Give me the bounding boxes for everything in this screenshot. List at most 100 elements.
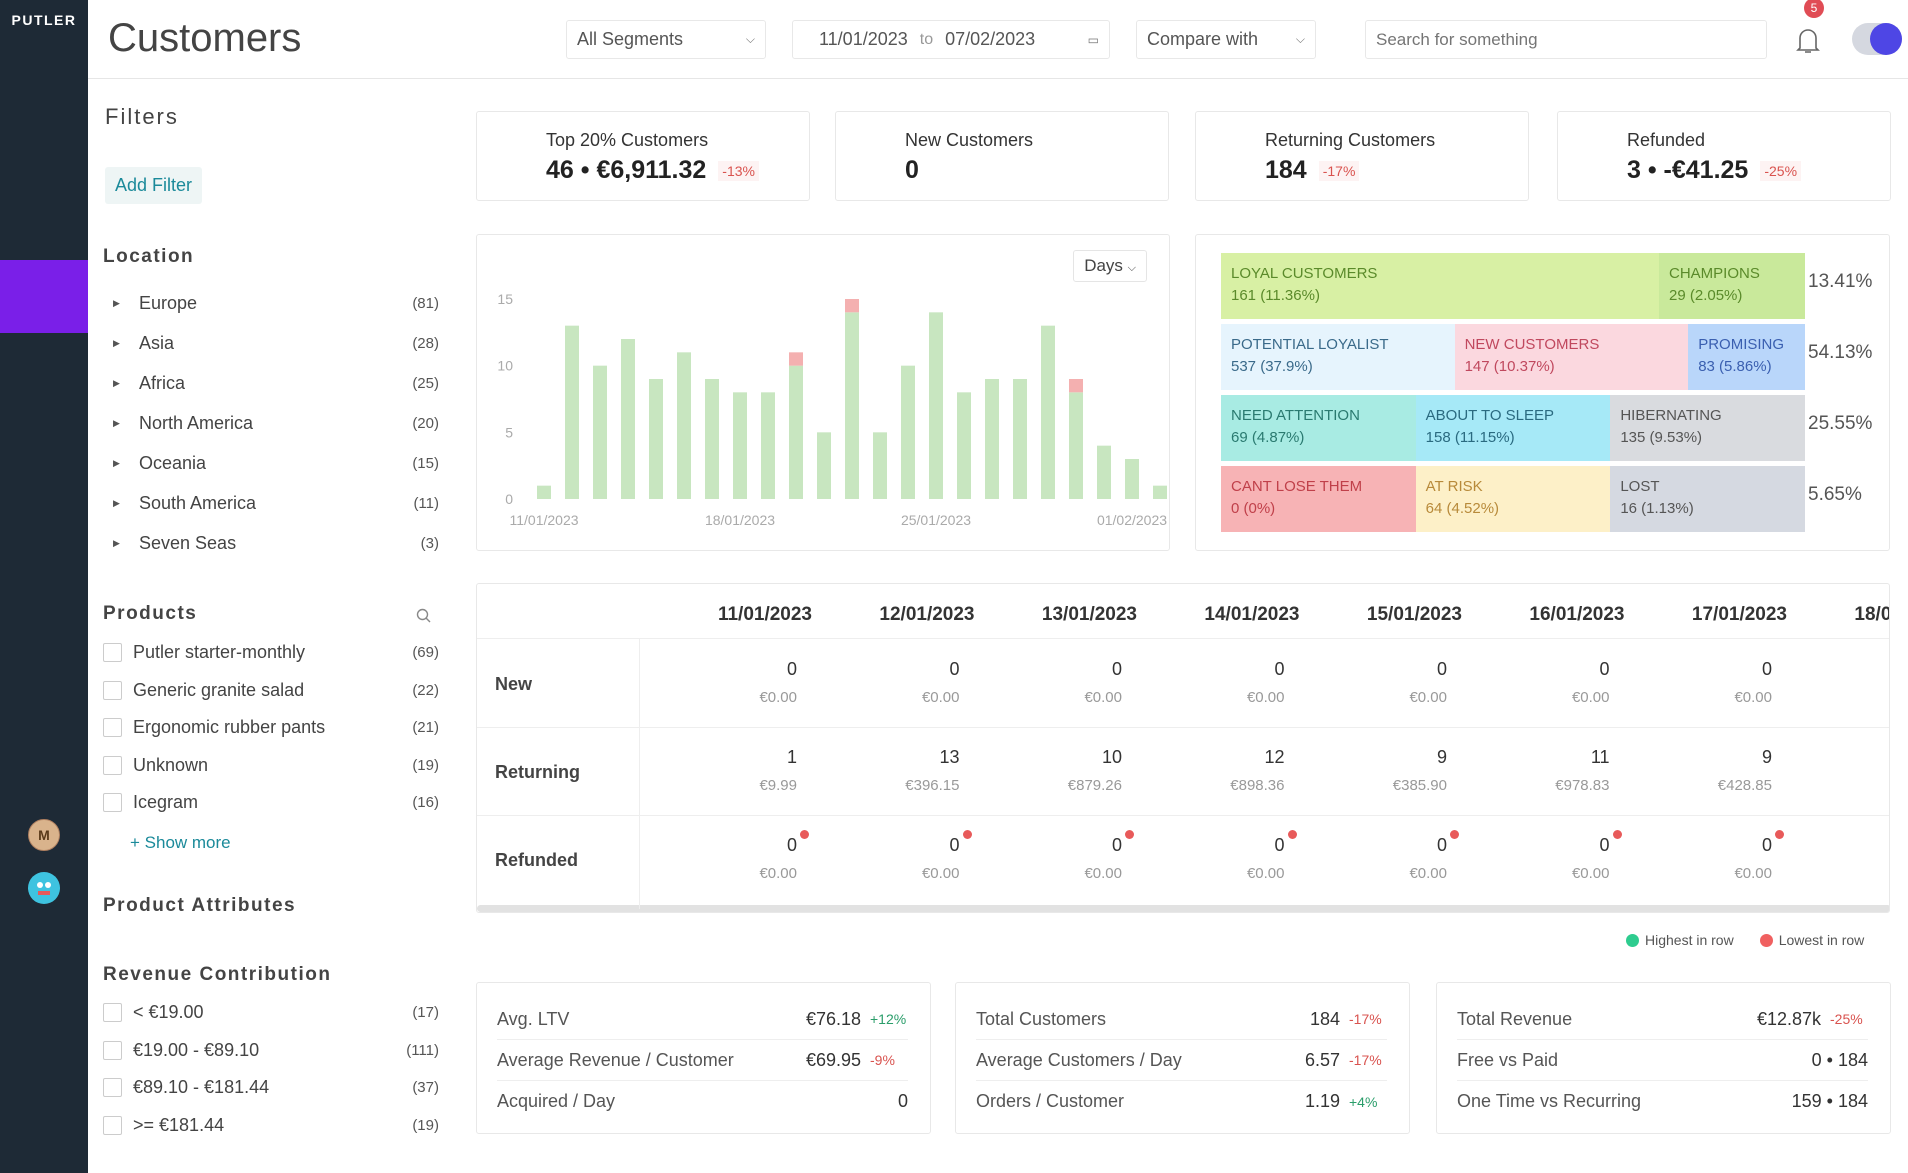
checkbox[interactable] bbox=[103, 755, 122, 775]
filter-item[interactable]: ▶ Europe (81) bbox=[103, 293, 439, 314]
checkbox[interactable] bbox=[103, 1040, 122, 1060]
compare-select[interactable]: Compare with ⌵ bbox=[1136, 20, 1316, 59]
filter-label: Asia bbox=[139, 333, 175, 353]
stats-card: Total Revenue €12.87k -25% Free vs Paid 0 • … bbox=[1436, 982, 1891, 1134]
filter-item[interactable]: ▶ Seven Seas (3) bbox=[103, 533, 439, 554]
filter-label: Ergonomic rubber pants bbox=[133, 717, 326, 737]
support-bot-icon[interactable] bbox=[28, 872, 60, 904]
segment-at-risk[interactable]: AT RISK 64 (4.52%) bbox=[1415, 466, 1611, 532]
bell-icon[interactable] bbox=[1794, 24, 1822, 56]
segment-champions[interactable]: CHAMPIONS 29 (2.05%) bbox=[1659, 253, 1805, 319]
user-avatar[interactable]: M bbox=[28, 819, 60, 851]
bar-customers[interactable] bbox=[873, 432, 887, 499]
apps-icon bbox=[25, 643, 63, 681]
bar-customers[interactable] bbox=[1153, 485, 1167, 499]
bar-customers[interactable] bbox=[845, 312, 859, 499]
filter-item[interactable]: ▶ Asia (28) bbox=[103, 333, 439, 354]
show-more-link[interactable]: + Show more bbox=[130, 833, 231, 853]
segment-lost[interactable]: LOST 16 (1.13%) bbox=[1610, 466, 1805, 532]
bar-refunded[interactable] bbox=[1069, 379, 1083, 393]
bar-refunded[interactable] bbox=[845, 299, 859, 313]
kpi-card[interactable]: New Customers 0 bbox=[835, 111, 1169, 201]
bar-customers[interactable] bbox=[985, 379, 999, 499]
filter-count: (3) bbox=[420, 535, 439, 552]
bar-customers[interactable] bbox=[649, 379, 663, 499]
sidebar-item-insights[interactable] bbox=[0, 552, 88, 625]
sidebar-item-store[interactable] bbox=[0, 41, 88, 114]
bar-customers[interactable] bbox=[537, 485, 551, 499]
filter-item[interactable]: Generic granite salad (22) bbox=[103, 680, 439, 701]
filter-item[interactable]: €89.10 - €181.44 (37) bbox=[103, 1077, 439, 1098]
search-input[interactable] bbox=[1365, 20, 1767, 59]
filter-item[interactable]: Putler starter-monthly (69) bbox=[103, 642, 439, 663]
bar-customers[interactable] bbox=[817, 432, 831, 499]
bar-customers[interactable] bbox=[1069, 392, 1083, 499]
checkbox[interactable] bbox=[103, 718, 122, 737]
bar-customers[interactable] bbox=[1013, 379, 1027, 499]
bar-customers[interactable] bbox=[761, 392, 775, 499]
segment-about-to-sleep[interactable]: ABOUT TO SLEEP 158 (11.15%) bbox=[1415, 395, 1611, 461]
sidebar-item-subscription[interactable] bbox=[0, 406, 88, 479]
filter-item[interactable]: ▶ South America (11) bbox=[103, 493, 439, 514]
filter-item[interactable]: ▶ North America (20) bbox=[103, 413, 439, 434]
sidebar-item-box[interactable] bbox=[0, 187, 88, 260]
filter-item[interactable]: >= €181.44 (19) bbox=[103, 1115, 439, 1136]
sidebar-item-customers[interactable] bbox=[0, 260, 88, 333]
filter-label: Oceania bbox=[139, 453, 207, 473]
segment-loyal-customers[interactable]: LOYAL CUSTOMERS 161 (11.36%) bbox=[1221, 253, 1659, 319]
sidebar-item-money[interactable] bbox=[0, 114, 88, 187]
bar-customers[interactable] bbox=[677, 352, 691, 499]
filter-item[interactable]: Ergonomic rubber pants (21) bbox=[103, 717, 439, 738]
bar-customers[interactable] bbox=[789, 365, 803, 499]
bar-customers[interactable] bbox=[901, 365, 915, 499]
checkbox[interactable] bbox=[103, 643, 122, 662]
bar-customers[interactable] bbox=[565, 325, 579, 499]
segment-potential-loyalist[interactable]: POTENTIAL LOYALIST 537 (37.9%) bbox=[1221, 324, 1455, 390]
checkbox[interactable] bbox=[103, 1078, 122, 1097]
bar-customers[interactable] bbox=[929, 312, 943, 499]
bar-customers[interactable] bbox=[733, 392, 747, 499]
table-cell: 0 €0.00 bbox=[657, 830, 809, 882]
filter-item[interactable]: < €19.00 (17) bbox=[103, 1002, 439, 1023]
checkbox[interactable] bbox=[103, 680, 122, 700]
add-filter-button[interactable]: Add Filter bbox=[105, 167, 203, 204]
filter-item[interactable]: ▶ Africa (25) bbox=[103, 373, 439, 394]
date-to-label: to bbox=[919, 30, 934, 48]
filter-item[interactable]: ▶ Oceania (15) bbox=[103, 453, 439, 474]
segment-cant-lose-them[interactable]: CANT LOSE THEM 0 (0%) bbox=[1221, 466, 1416, 532]
sidebar-item-report[interactable] bbox=[0, 333, 88, 406]
bar-customers[interactable] bbox=[1125, 459, 1139, 499]
customers-bar-chart: 0 5 10 15 11/01/2023 18/01/2023 25/01/2023 01/0… bbox=[497, 291, 1167, 528]
date-range-picker[interactable]: 11/01/2023 to 07/02/2023 ▭ bbox=[792, 20, 1110, 59]
segment-name: ABOUT TO SLEEP bbox=[1425, 407, 1555, 424]
bar-customers[interactable] bbox=[621, 339, 635, 499]
bar-customers[interactable] bbox=[957, 392, 971, 499]
bar-customers[interactable] bbox=[705, 379, 719, 499]
bar-customers[interactable] bbox=[1041, 325, 1055, 499]
segment-select[interactable]: All Segments ⌵ bbox=[566, 20, 766, 59]
bar-refunded[interactable] bbox=[789, 352, 803, 366]
bar-customers[interactable] bbox=[593, 365, 607, 499]
segment-need-attention[interactable]: NEED ATTENTION 69 (4.87%) bbox=[1221, 395, 1416, 461]
highest-dot-icon bbox=[1626, 933, 1639, 947]
checkbox[interactable] bbox=[103, 1003, 122, 1022]
filter-item[interactable]: €19.00 - €89.10 (111) bbox=[103, 1040, 439, 1061]
kpi-card[interactable]: Top 20% Customers 46 • €6,911.32 -13% bbox=[476, 111, 810, 201]
sidebar-item-apps[interactable] bbox=[0, 625, 88, 698]
theme-toggle[interactable] bbox=[1852, 23, 1902, 55]
segment-new-customers[interactable]: NEW CUSTOMERS 147 (10.37%) bbox=[1454, 324, 1689, 390]
checkbox[interactable] bbox=[103, 1115, 122, 1135]
horizontal-scrollbar[interactable] bbox=[477, 905, 1889, 912]
checkbox[interactable] bbox=[103, 793, 122, 812]
filter-item[interactable]: Unknown (19) bbox=[103, 755, 439, 776]
filter-item[interactable]: Icegram (16) bbox=[103, 792, 439, 813]
cell-count: 9 bbox=[1436, 747, 1447, 767]
compare-value: Compare with bbox=[1147, 29, 1259, 49]
sidebar-item-affiliates[interactable] bbox=[0, 479, 88, 552]
bar-customers[interactable] bbox=[1097, 445, 1111, 499]
segment-hibernating[interactable]: HIBERNATING 135 (9.53%) bbox=[1610, 395, 1805, 461]
kpi-card[interactable]: Returning Customers 184 -17% bbox=[1195, 111, 1529, 201]
kpi-card[interactable]: Refunded 3 • -€41.25 -25% bbox=[1557, 111, 1891, 201]
segment-promising[interactable]: PROMISING 83 (5.86%) bbox=[1688, 324, 1805, 390]
search-icon[interactable] bbox=[416, 608, 432, 624]
